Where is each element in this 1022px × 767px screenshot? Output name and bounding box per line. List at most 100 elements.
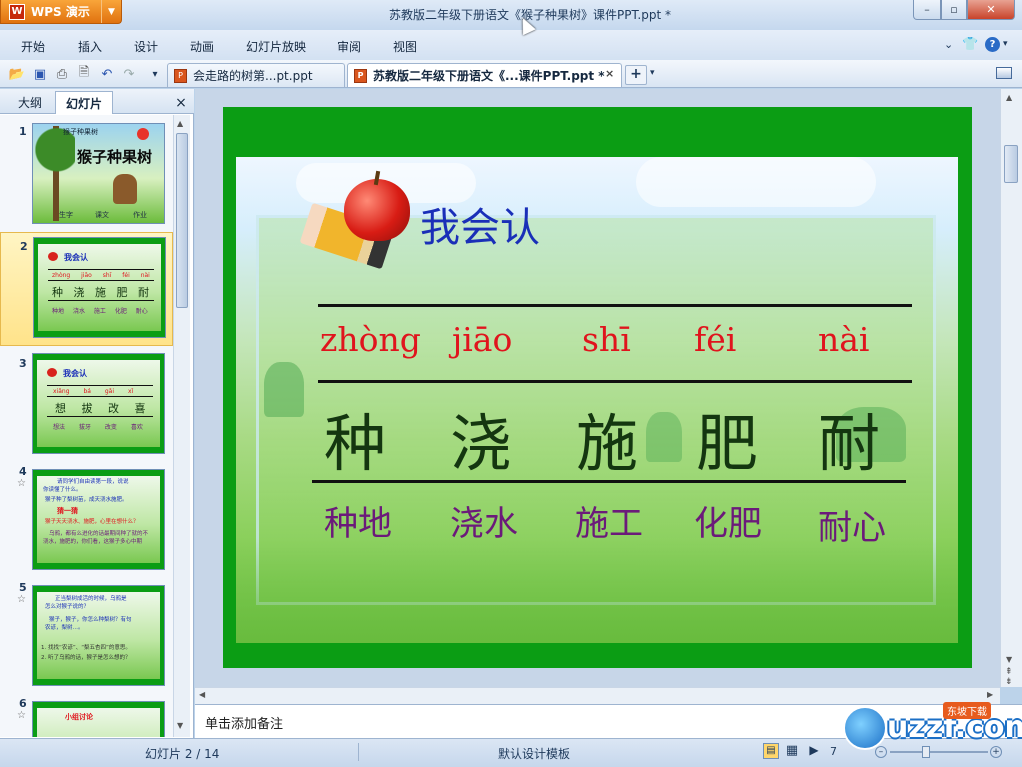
menu-home[interactable]: 开始 (21, 38, 45, 55)
previous-slide-icon[interactable]: ⇞ (1005, 667, 1013, 677)
apple-icon (344, 179, 410, 241)
zoom-level: 7 (830, 745, 837, 758)
notes-placeholder: 单击添加备注 (205, 717, 284, 732)
pinyin-2: jiāo (452, 320, 513, 359)
undo-icon[interactable]: ↶ (98, 65, 116, 83)
ppt-file-icon: P (174, 68, 187, 83)
slide-thumbnail-4[interactable]: 4 ☆ 请同学们自由读第一段，说说 你读懂了什么。 猴子种了梨树苗，成天浇水施肥… (0, 465, 173, 579)
document-tab-label: 苏教版二年级下册语文《...课件PPT.ppt * (373, 69, 605, 83)
word-3: 施工 (575, 504, 643, 544)
menu-slideshow[interactable]: 幻灯片放映 (246, 38, 306, 55)
animation-star-icon: ☆ (17, 478, 26, 489)
slide-number: 2 (20, 240, 28, 253)
slide-counter: 幻灯片 2 / 14 (145, 747, 220, 761)
ppt-file-icon: P (354, 68, 367, 83)
monkey-illustration (113, 174, 137, 204)
apple-icon (47, 368, 57, 377)
template-name: 默认设计模板 (498, 747, 571, 761)
next-slide-icon[interactable]: ⇟ (1005, 677, 1013, 687)
animation-star-icon: ☆ (17, 594, 26, 605)
document-tab-1[interactable]: P 会走路的树第...pt.ppt (167, 63, 345, 87)
hanzi-4: 肥 (696, 407, 759, 480)
minimize-button[interactable]: – (913, 0, 941, 20)
slide-sorter-icon[interactable]: ▦ (784, 743, 800, 759)
slide-canvas[interactable]: 我会认 (223, 107, 972, 668)
tab-list-dropdown-icon[interactable]: ▾ (650, 68, 655, 78)
thumb-title: 我会认 (64, 253, 88, 262)
thumb-title: 我会认 (63, 369, 87, 378)
title-bar: W WPS 演示 ▼ 苏教版二年级下册语文《猴子种果树》课件PPT.ppt * … (0, 0, 1022, 30)
divider-line (318, 304, 912, 307)
slide-number: 4 (19, 465, 27, 478)
menu-design[interactable]: 设计 (134, 38, 158, 55)
save-icon[interactable]: ▣ (31, 65, 49, 83)
pinyin-5: nài (818, 320, 870, 359)
hanzi-2: 浇 (450, 407, 513, 480)
slide-number: 5 (19, 581, 27, 594)
pinyin-4: féi (694, 320, 737, 359)
thumb-subtitle: 猴子种果树 (63, 128, 98, 136)
wps-logo-icon: W (9, 3, 25, 20)
apple-icon (48, 252, 58, 261)
document-tab-2[interactable]: P 苏教版二年级下册语文《...课件PPT.ppt * × (347, 63, 622, 87)
watermark-swirl-icon (843, 706, 887, 750)
scroll-down-icon[interactable]: ▼ (1006, 655, 1012, 664)
thumb-label: 课文 (95, 211, 109, 219)
slide-panel: 大纲 幻灯片 × 1 猴子种果树 猴子种果树 生字 课文 作业 2 我会认 zh… (0, 89, 194, 738)
close-tab-icon[interactable]: × (605, 67, 614, 80)
window-layout-icon[interactable] (996, 67, 1012, 79)
divider-line (318, 380, 912, 383)
document-tab-label: 会走路的树第...pt.ppt (193, 69, 313, 83)
slide-thumbnail-list: 1 猴子种果树 猴子种果树 生字 课文 作业 2 我会认 zhòng jiāo … (0, 115, 173, 737)
open-folder-icon[interactable]: 📂 (8, 65, 26, 83)
hanzi-5: 耐 (818, 407, 881, 480)
word-4: 化肥 (694, 504, 762, 544)
scrollbar-thumb[interactable] (176, 133, 188, 308)
slide-thumbnail-6[interactable]: 6 ☆ 小组讨论 (0, 697, 173, 737)
slide-title: 我会认 (420, 205, 540, 251)
thumb-label: 生字 (59, 211, 73, 219)
maximize-button[interactable]: ▫ (941, 0, 967, 20)
menu-insert[interactable]: 插入 (78, 38, 102, 55)
word-5: 耐心 (818, 508, 886, 548)
sun-icon (137, 128, 149, 140)
app-menu-label: WPS 演示 (31, 5, 90, 19)
thumb-label: 作业 (133, 211, 147, 219)
slide-number: 3 (19, 357, 27, 370)
scrollbar-thumb[interactable] (1004, 145, 1018, 183)
menu-animation[interactable]: 动画 (190, 38, 214, 55)
close-panel-icon[interactable]: × (172, 91, 190, 114)
uzzf-watermark-logo: uzzf.com 东坡下载 (843, 702, 1022, 758)
redo-icon[interactable]: ↷ (120, 65, 138, 83)
chevron-down-icon: ▼ (101, 0, 121, 23)
pinyin-1: zhòng (320, 320, 421, 359)
tab-slides[interactable]: 幻灯片 (55, 91, 113, 114)
thumbnail-scrollbar[interactable]: ▲ ▼ (173, 115, 190, 737)
new-tab-button[interactable]: + (625, 65, 647, 85)
word-2: 浇水 (450, 504, 518, 544)
customize-toolbar-icon[interactable]: ▾ (146, 65, 164, 83)
menu-review[interactable]: 审阅 (337, 38, 361, 55)
thumb-title: 猴子种果树 (77, 148, 153, 166)
help-dropdown-icon[interactable]: ▾ (1003, 39, 1008, 49)
watermark-tag: 东坡下载 (943, 702, 991, 719)
slide-vertical-scrollbar[interactable]: ▲ ▼ ⇞ ⇟ (1000, 89, 1022, 687)
slideshow-icon[interactable]: ▶ (806, 743, 822, 759)
slide-thumbnail-3[interactable]: 3 我会认 xiǎng bá gǎi xǐ 想 拔 改 喜 想法 拔牙 改变 喜… (0, 349, 173, 463)
help-icon[interactable]: ? (985, 37, 1000, 52)
skin-icon[interactable]: 👕 (962, 37, 978, 52)
panel-tabs: 大纲 幻灯片 × (0, 89, 194, 114)
slide-number: 1 (19, 125, 27, 138)
normal-view-icon[interactable]: ▤ (763, 743, 779, 759)
quick-access-toolbar: 📂 ▣ ⎙ 🗎 ↶ ↷ ▾ P 会走路的树第...pt.ppt P 苏教版二年级… (0, 60, 1022, 88)
print-preview-icon[interactable]: 🗎 (75, 65, 93, 83)
close-window-button[interactable]: ✕ (967, 0, 1015, 20)
slide-thumbnail-1[interactable]: 1 猴子种果树 猴子种果树 生字 课文 作业 (0, 115, 173, 229)
menu-view[interactable]: 视图 (393, 38, 417, 55)
tab-outline[interactable]: 大纲 (8, 91, 52, 114)
slide-thumbnail-5[interactable]: 5 ☆ 正当梨树成活的时候，乌鸦是 怎么对猴子说的？ 猴子，猴子，你怎么种梨树？… (0, 581, 173, 695)
slide-thumbnail-2[interactable]: 2 我会认 zhòng jiāo shī féi nài 种 浇 施 肥 耐 种… (0, 232, 173, 346)
print-icon[interactable]: ⎙ (53, 65, 71, 83)
wps-app-menu-button[interactable]: W WPS 演示 ▼ (0, 0, 122, 24)
ribbon-collapse-icon[interactable]: ⌄ (944, 38, 953, 51)
